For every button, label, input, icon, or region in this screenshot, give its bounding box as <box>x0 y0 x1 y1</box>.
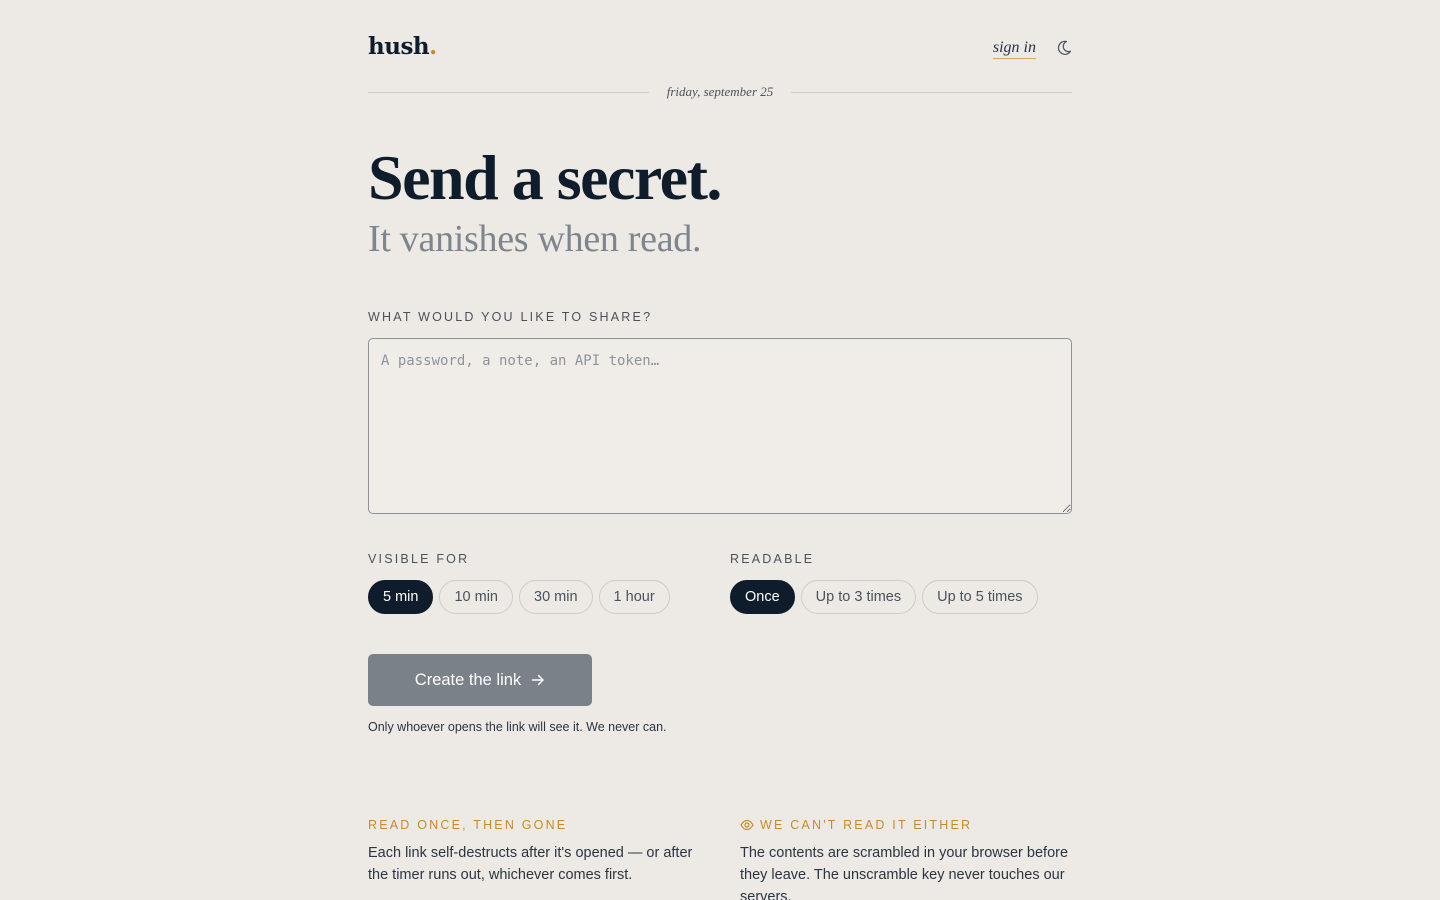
logo-dot: . <box>429 33 437 60</box>
highlight-text: secret <box>556 142 708 213</box>
create-link-button[interactable]: Create the link <box>368 654 592 706</box>
share-label: WHAT WOULD YOU LIKE TO SHARE? <box>368 310 653 324</box>
logo-text: hush <box>368 33 430 60</box>
readable-once[interactable]: Once <box>730 580 795 614</box>
readable-options: Once Up to 3 times Up to 5 times <box>730 580 1038 614</box>
divider-line-right <box>791 92 1072 93</box>
visible-for-label: VISIBLE FOR <box>368 552 470 566</box>
readable-up-to-3[interactable]: Up to 3 times <box>800 580 917 614</box>
visible-for-10-min[interactable]: 10 min <box>439 580 513 614</box>
hero-title-highlight: secret <box>556 138 708 218</box>
visible-for-5-min[interactable]: 5 min <box>368 580 434 614</box>
logo[interactable]: hush. <box>368 33 437 60</box>
visible-for-30-min[interactable]: 30 min <box>519 580 593 614</box>
feature-title-text: WE CAN'T READ IT EITHER <box>760 818 973 832</box>
hero-title-suffix: . <box>706 142 722 213</box>
date-divider: friday, september 25 <box>368 84 1072 100</box>
feature-title-text: READ ONCE, THEN GONE <box>368 818 568 832</box>
create-link-label: Create the link <box>414 670 522 689</box>
feature-title-read-once: READ ONCE, THEN GONE <box>368 818 567 832</box>
feature-title-cant-read: WE CAN'T READ IT EITHER <box>740 818 972 832</box>
sign-in-link[interactable]: sign in <box>992 39 1036 59</box>
hero-title-prefix: Send a <box>368 142 557 213</box>
secret-input[interactable] <box>368 338 1072 514</box>
eye-icon <box>740 819 754 831</box>
privacy-note: Only whoever opens the link will see it.… <box>368 720 667 734</box>
feature-body-cant-read: The contents are scrambled in your brows… <box>740 845 1069 900</box>
divider-line-left <box>368 92 649 93</box>
visible-for-1-hour[interactable]: 1 hour <box>598 580 670 614</box>
page: hush. sign in friday, september 25 Send … <box>368 0 1072 900</box>
readable-label: READABLE <box>730 552 815 566</box>
hero-subtitle: It vanishes when read. <box>368 218 702 260</box>
feature-body-read-once: Each link self-destructs after it's open… <box>368 845 693 883</box>
arrow-right-icon <box>531 674 544 686</box>
hero-title: Send a secret. <box>368 138 722 218</box>
visible-for-options: 5 min 10 min 30 min 1 hour <box>368 580 670 614</box>
readable-up-to-5[interactable]: Up to 5 times <box>922 580 1038 614</box>
current-date: friday, september 25 <box>666 84 774 99</box>
moon-icon[interactable] <box>1056 39 1072 57</box>
